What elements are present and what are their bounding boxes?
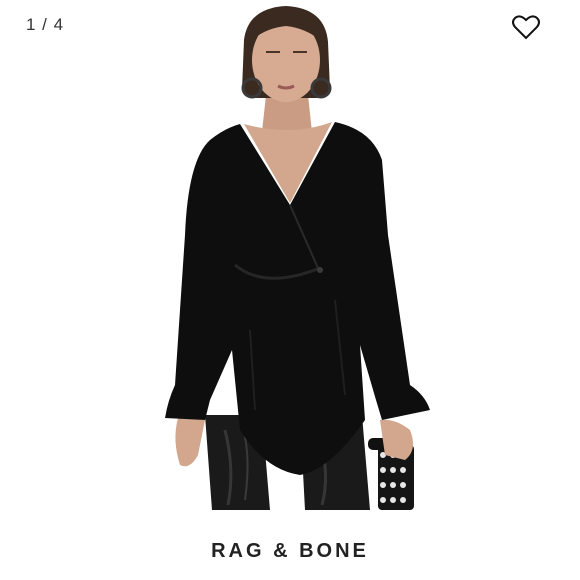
model-head <box>241 6 332 102</box>
heart-icon[interactable] <box>512 14 540 40</box>
photo-viewer: 1 / 4 RAG & BONE <box>0 0 580 580</box>
brand-name[interactable]: RAG & BONE <box>0 540 580 563</box>
image-counter: 1 / 4 <box>26 15 65 34</box>
product-photo[interactable] <box>0 0 580 510</box>
